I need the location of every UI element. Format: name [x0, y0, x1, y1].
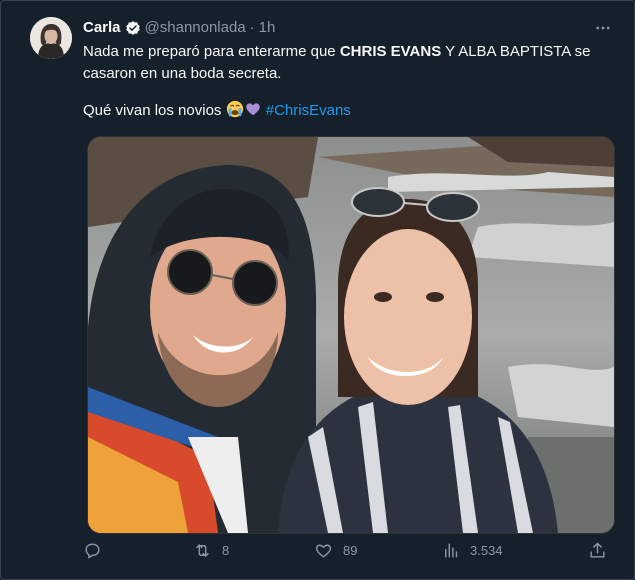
retweet-count: 8 [222, 543, 230, 558]
purple-heart-icon [245, 103, 260, 116]
more-icon[interactable] [594, 19, 612, 42]
tweet-text: Nada me preparó para enterarme que CHRIS… [83, 41, 613, 122]
retweet-button[interactable]: 8 [193, 541, 229, 560]
tweet-card: Carla @shannonlada · 1h Nada me preparó … [0, 0, 635, 580]
author-name[interactable]: Carla [83, 19, 121, 36]
tweet-timestamp[interactable]: 1h [259, 19, 276, 36]
views-button[interactable]: 3.534 [441, 541, 503, 560]
reply-icon [85, 543, 100, 559]
tweet-text-segment: Nada me preparó para enterarme que [83, 43, 340, 60]
retweet-icon [196, 544, 209, 557]
crying-face-icon [226, 100, 243, 118]
like-button[interactable]: 89 [314, 541, 357, 560]
reply-button[interactable] [83, 541, 112, 560]
views-count: 3.534 [470, 543, 503, 558]
like-count: 89 [343, 543, 358, 558]
avatar-image [30, 17, 72, 59]
tweet-photo[interactable] [87, 136, 615, 534]
share-icon [590, 542, 605, 558]
tweet-actions-bar: 8 89 3.534 [83, 541, 610, 569]
verified-icon [125, 20, 140, 35]
avatar[interactable] [30, 17, 72, 59]
author-handle[interactable]: @shannonlada [145, 19, 246, 36]
views-icon [445, 543, 458, 558]
like-icon [315, 544, 332, 558]
tweet-paragraph-2: Qué vivan los novios #ChrisEvans [83, 100, 613, 122]
tweet-header: Carla @shannonlada · 1h [83, 19, 614, 36]
separator-dot: · [249, 19, 255, 36]
tweet-paragraph-1: Nada me preparó para enterarme que CHRIS… [83, 41, 613, 85]
hashtag-link[interactable]: #ChrisEvans [266, 102, 351, 119]
tweet-text-segment: Qué vivan los novios [83, 102, 226, 119]
share-button[interactable] [588, 541, 607, 560]
tweet-text-bold: CHRIS EVANS [339, 43, 442, 60]
photo-image [88, 137, 614, 533]
